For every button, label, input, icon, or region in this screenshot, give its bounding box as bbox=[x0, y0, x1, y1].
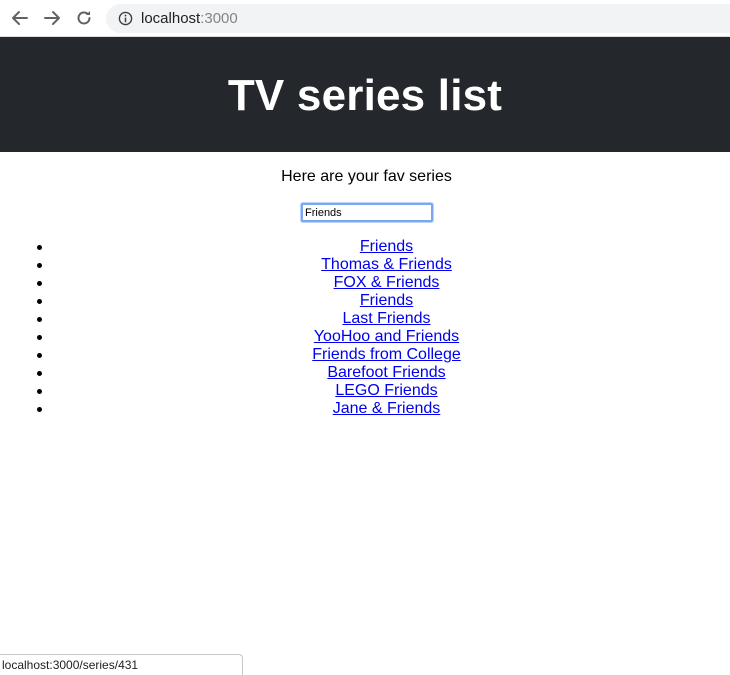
status-bar-url: localhost:3000/series/431 bbox=[0, 654, 243, 675]
series-link[interactable]: Jane & Friends bbox=[333, 400, 441, 417]
series-link[interactable]: Friends bbox=[360, 238, 413, 255]
browser-toolbar: localhost:3000 bbox=[0, 0, 730, 37]
bullet-icon bbox=[37, 335, 42, 340]
series-link[interactable]: Thomas & Friends bbox=[321, 256, 452, 273]
series-link[interactable]: Last Friends bbox=[342, 310, 430, 327]
list-item: Jane & Friends bbox=[0, 400, 730, 418]
bullet-icon bbox=[37, 389, 42, 394]
reload-button[interactable] bbox=[72, 6, 96, 30]
series-link[interactable]: FOX & Friends bbox=[334, 274, 440, 291]
list-item: Barefoot Friends bbox=[0, 364, 730, 382]
bullet-icon bbox=[37, 371, 42, 376]
bullet-icon bbox=[37, 245, 42, 250]
series-link[interactable]: Friends from College bbox=[312, 346, 461, 363]
address-bar[interactable]: localhost:3000 bbox=[106, 4, 730, 33]
reload-icon bbox=[77, 11, 91, 25]
series-link[interactable]: Barefoot Friends bbox=[327, 364, 445, 381]
forward-button[interactable] bbox=[40, 6, 64, 30]
bullet-icon bbox=[37, 353, 42, 358]
url-text: localhost:3000 bbox=[141, 10, 238, 27]
url-port: :3000 bbox=[200, 10, 238, 27]
list-item: Friends from College bbox=[0, 346, 730, 364]
arrow-left-icon bbox=[12, 11, 28, 25]
page-title: TV series list bbox=[227, 70, 503, 120]
list-item: FOX & Friends bbox=[0, 274, 730, 292]
bullet-icon bbox=[37, 281, 42, 286]
series-link[interactable]: Friends bbox=[360, 292, 413, 309]
back-button[interactable] bbox=[8, 6, 32, 30]
list-item: YooHoo and Friends bbox=[0, 328, 730, 346]
list-item: Thomas & Friends bbox=[0, 256, 730, 274]
app-header: TV series list bbox=[0, 37, 730, 152]
list-item: LEGO Friends bbox=[0, 382, 730, 400]
arrow-right-icon bbox=[44, 11, 60, 25]
series-link[interactable]: YooHoo and Friends bbox=[314, 328, 459, 345]
info-icon[interactable] bbox=[118, 11, 133, 26]
url-host: localhost bbox=[141, 10, 201, 27]
list-item: Friends bbox=[0, 238, 730, 256]
bullet-icon bbox=[37, 407, 42, 412]
series-link[interactable]: LEGO Friends bbox=[335, 382, 437, 399]
subtitle: Here are your fav series bbox=[281, 168, 452, 185]
list-item: Friends bbox=[0, 292, 730, 310]
bullet-icon bbox=[37, 299, 42, 304]
search-input[interactable] bbox=[301, 203, 433, 222]
bullet-icon bbox=[37, 317, 42, 322]
series-list: Friends Thomas & Friends FOX & Friends F… bbox=[0, 238, 730, 418]
list-item: Last Friends bbox=[0, 310, 730, 328]
bullet-icon bbox=[37, 263, 42, 268]
